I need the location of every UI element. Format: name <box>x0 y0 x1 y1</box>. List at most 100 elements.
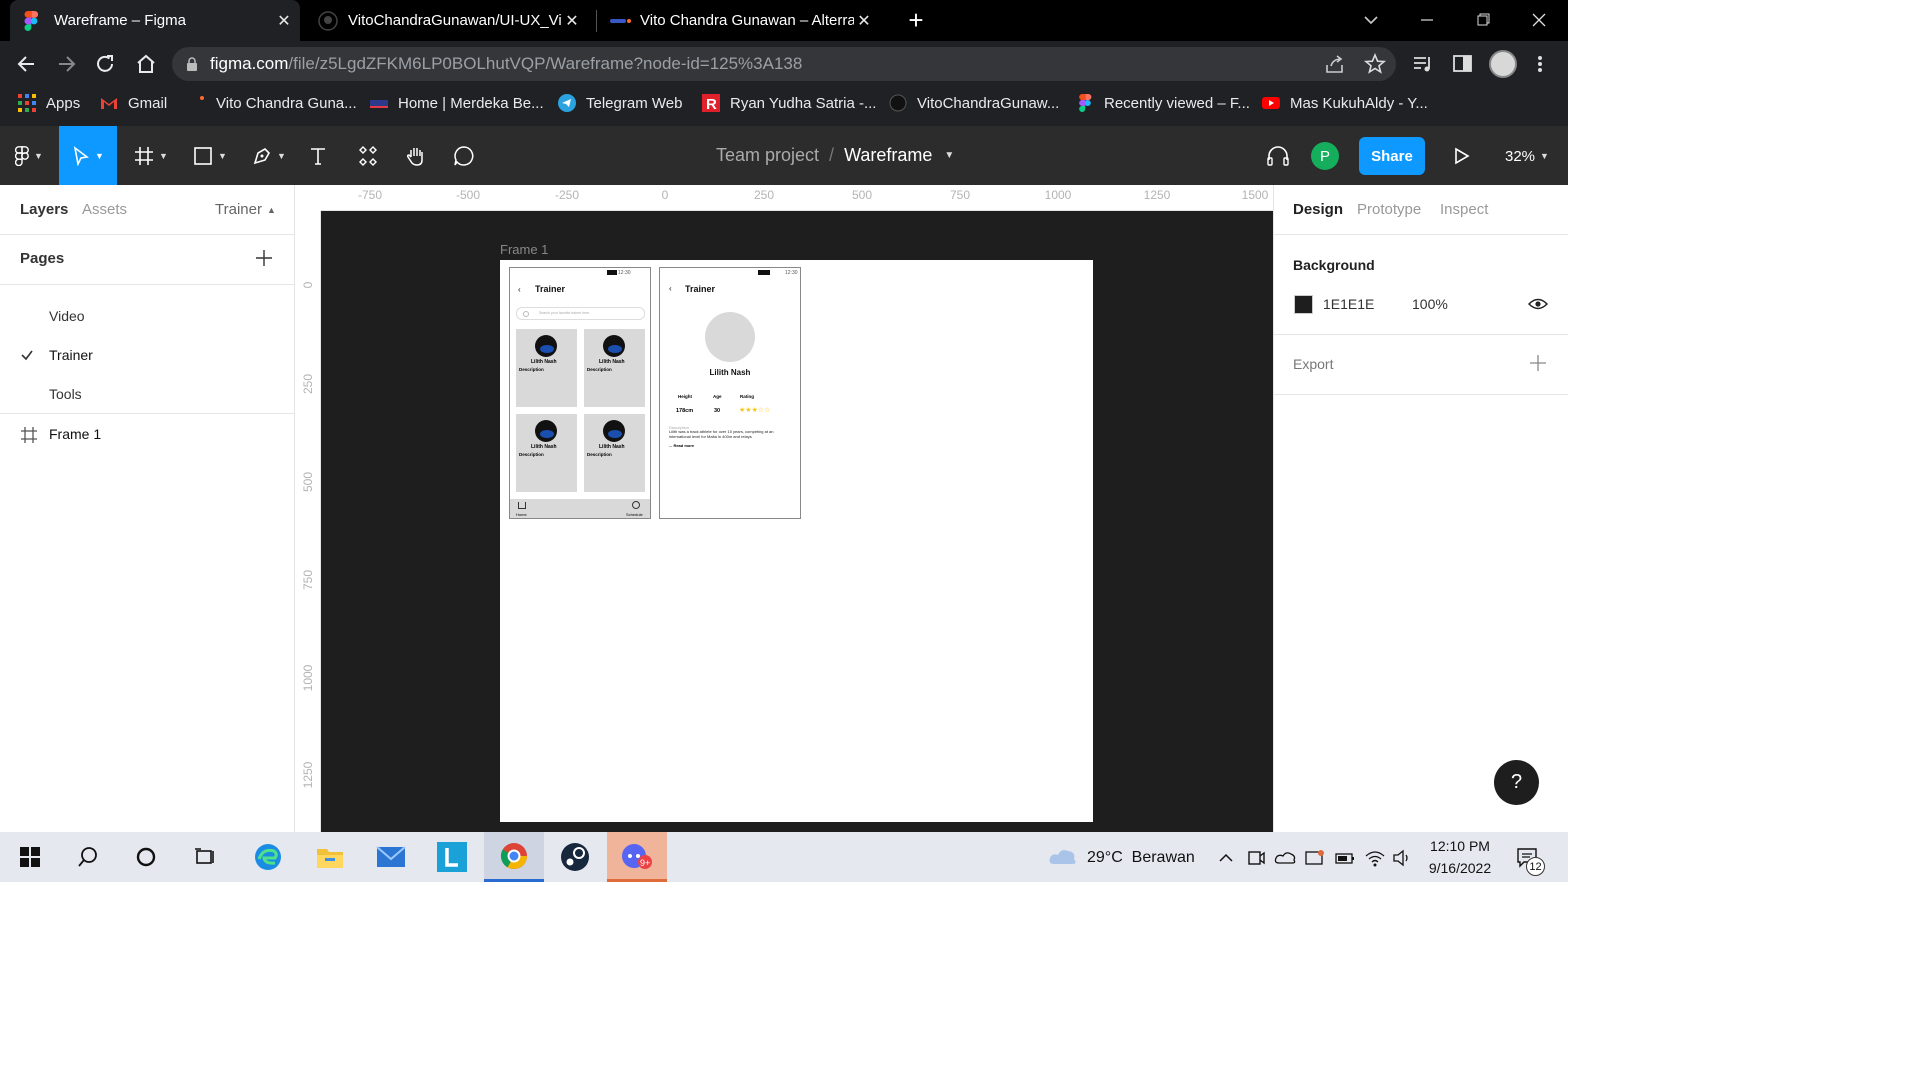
main-menu-button[interactable]: ▼ <box>0 126 58 185</box>
reload-icon[interactable] <box>93 52 119 76</box>
pen-tool-button[interactable]: ▼ <box>242 126 296 185</box>
chrome-icon[interactable] <box>484 832 544 882</box>
bookmark-apps[interactable]: Apps <box>18 93 80 113</box>
add-page-plus-icon[interactable] <box>253 247 275 269</box>
headphones-icon[interactable] <box>1265 144 1291 168</box>
tab-figma[interactable]: Wareframe – Figma ✕ <box>10 0 300 41</box>
windows-start-icon[interactable] <box>0 832 60 882</box>
meet-camera-icon[interactable] <box>1246 848 1266 868</box>
tab-assets[interactable]: Assets <box>82 201 127 218</box>
bookmark-gmail[interactable]: Gmail <box>100 93 167 113</box>
share-button[interactable]: Share <box>1359 137 1425 175</box>
hand-tool-button[interactable] <box>398 126 434 185</box>
bookmark-star-icon[interactable] <box>1363 53 1387 75</box>
weather-text[interactable]: 29°C Berawan <box>1087 849 1195 867</box>
screen-trainer-detail[interactable]: 12:30 ‹ Trainer Lilith Nash Height Age R… <box>659 267 801 519</box>
tab-inspect[interactable]: Inspect <box>1440 201 1488 218</box>
avatar[interactable]: P <box>1311 142 1339 170</box>
onedrive-cloud-icon[interactable] <box>1274 848 1296 868</box>
url-bar[interactable]: figma.com /file/z5LgdZFKM6LP0BOLhutVQP/W… <box>172 47 1396 81</box>
eye-visibility-icon[interactable] <box>1528 297 1548 311</box>
share-page-icon[interactable] <box>1323 53 1347 75</box>
bg-color-hex[interactable]: 1E1E1E <box>1323 296 1374 312</box>
home-icon[interactable] <box>133 52 159 76</box>
nav-home-label[interactable]: Home <box>516 512 527 517</box>
battery-icon[interactable] <box>1334 848 1356 868</box>
file-name[interactable]: Wareframe <box>844 145 932 166</box>
chevron-up-icon[interactable] <box>1217 850 1235 866</box>
clock-time[interactable]: 12:10 PM <box>1418 838 1502 854</box>
task-view-icon[interactable] <box>175 832 235 882</box>
trainer-card[interactable]: Lilith Nash Description <box>516 414 577 492</box>
side-panel-icon[interactable] <box>1451 53 1475 75</box>
bookmark-figma-recent[interactable]: Recently viewed – F... <box>1076 93 1250 113</box>
resources-tool-button[interactable] <box>350 126 386 185</box>
bg-opacity[interactable]: 100% <box>1412 296 1448 312</box>
tab-search-chevron-icon[interactable] <box>1360 10 1382 30</box>
volume-icon[interactable] <box>1391 848 1413 868</box>
new-tab-plus-icon[interactable]: + <box>903 7 929 34</box>
clock-icon[interactable] <box>632 501 640 509</box>
layer-frame-1[interactable]: Frame 1 <box>49 426 101 442</box>
page-switcher[interactable]: Trainer ▲ <box>215 201 276 218</box>
color-swatch[interactable] <box>1294 295 1313 314</box>
tab-close-icon[interactable]: ✕ <box>854 11 874 31</box>
media-queue-icon[interactable] <box>1411 53 1435 75</box>
edge-icon[interactable] <box>238 832 298 882</box>
bookmark-ryan[interactable]: R Ryan Yudha Satria -... <box>702 93 876 113</box>
shape-tool-button[interactable]: ▼ <box>183 126 237 185</box>
bookmark-github[interactable]: VitoChandraGunaw... <box>889 93 1059 113</box>
tab-design[interactable]: Design <box>1293 201 1343 218</box>
steam-icon[interactable] <box>545 832 605 882</box>
move-tool-button[interactable]: ▼ <box>59 126 117 185</box>
app-tray-icon[interactable] <box>1304 848 1326 868</box>
breadcrumb-project[interactable]: Team project <box>716 145 819 166</box>
comment-tool-button[interactable] <box>446 126 482 185</box>
chevron-down-icon[interactable]: ▼ <box>944 150 954 161</box>
home-icon[interactable] <box>518 502 526 509</box>
browser-menu-icon[interactable] <box>1530 53 1550 75</box>
launcher-l-icon[interactable] <box>422 832 482 882</box>
trainer-card[interactable]: Lilith Nash Description <box>516 329 577 407</box>
discord-icon[interactable]: 9+ <box>607 832 667 882</box>
clock-date[interactable]: 9/16/2022 <box>1418 860 1502 876</box>
close-window-icon[interactable] <box>1527 10 1551 30</box>
frame-tool-button[interactable]: ▼ <box>124 126 178 185</box>
add-export-plus-icon[interactable] <box>1528 353 1548 373</box>
help-button[interactable]: ? <box>1494 760 1539 805</box>
back-chevron-icon[interactable]: ‹ <box>518 285 521 294</box>
restore-icon[interactable] <box>1471 10 1495 30</box>
wifi-icon[interactable] <box>1364 848 1386 868</box>
page-item-video[interactable]: Video <box>49 308 85 324</box>
back-chevron-icon[interactable]: ‹ <box>669 284 672 293</box>
bookmark-telegram[interactable]: Telegram Web <box>558 93 682 113</box>
bookmark-merdeka[interactable]: Home | Merdeka Be... <box>370 93 544 113</box>
tab-github[interactable]: VitoChandraGunawan/UI-UX_Vito ✕ <box>312 0 588 41</box>
cloud-weather-icon[interactable] <box>1048 846 1078 868</box>
tab-prototype[interactable]: Prototype <box>1357 201 1421 218</box>
zoom-dropdown[interactable]: 32% ▼ <box>1505 146 1549 166</box>
read-more-link[interactable]: ... Read more <box>669 443 694 448</box>
frame-label[interactable]: Frame 1 <box>500 242 548 257</box>
mail-icon[interactable] <box>361 832 421 882</box>
bookmark-youtube[interactable]: Mas KukuhAldy - Y... <box>1262 93 1428 113</box>
trainer-card[interactable]: Lilith Nash Description <box>584 414 645 492</box>
tab-layers[interactable]: Layers <box>20 201 68 218</box>
search-icon[interactable] <box>58 832 118 882</box>
page-item-trainer[interactable]: Trainer <box>49 347 93 363</box>
profile-avatar[interactable] <box>1489 50 1517 78</box>
search-input[interactable]: Search your favorite trainer here <box>516 307 645 320</box>
back-arrow-icon[interactable] <box>14 52 40 76</box>
cortana-icon[interactable] <box>116 832 176 882</box>
tab-close-icon[interactable]: ✕ <box>562 11 582 31</box>
file-explorer-icon[interactable] <box>300 832 360 882</box>
present-play-icon[interactable] <box>1449 144 1473 168</box>
screen-trainer-list[interactable]: 12:30 ‹ Trainer Search your favorite tra… <box>509 267 651 519</box>
tab-close-icon[interactable]: ✕ <box>274 11 294 31</box>
page-item-tools[interactable]: Tools <box>49 386 82 402</box>
forward-arrow-icon[interactable] <box>54 52 80 76</box>
tab-alterra[interactable]: Vito Chandra Gunawan – Alterra ✕ <box>604 0 880 41</box>
bookmark-vito-alterra[interactable]: Vito Chandra Guna... <box>188 93 357 113</box>
trainer-card[interactable]: Lilith Nash Description <box>584 329 645 407</box>
minimize-icon[interactable] <box>1415 10 1439 30</box>
